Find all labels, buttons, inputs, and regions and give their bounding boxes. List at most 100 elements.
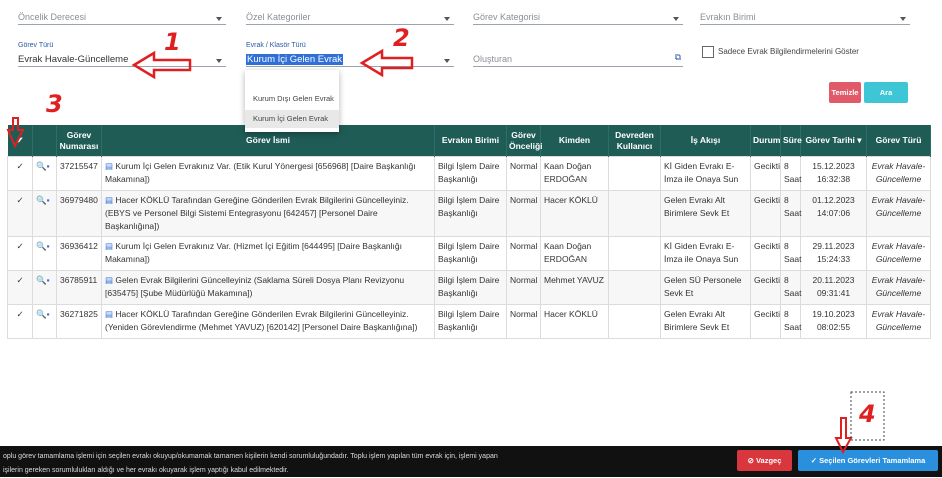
message-icon[interactable]: ▪ — [47, 241, 50, 251]
document-folder-type-select[interactable]: Evrak / Klasör Türü Kurum İçi Gelen Evra… — [246, 42, 454, 67]
creator-input[interactable]: Oluşturan ⧉ — [473, 48, 683, 67]
header-transferring-user[interactable]: Devreden Kullanıcı — [608, 125, 661, 157]
from: Hacer KÖKLÜ — [540, 190, 609, 237]
only-notifications-label: Sadece Evrak Bilgilendirmelerini Göster — [718, 47, 859, 56]
header-status[interactable]: Durum — [750, 125, 781, 157]
task-name-cell: ▤ Gelen Evrak Bilgilerini Güncelleyiniz … — [101, 270, 435, 305]
search-icon[interactable]: 🔍 — [36, 309, 47, 319]
header-task-number[interactable]: Görev Numarası — [56, 125, 102, 157]
task-name: Hacer KÖKLÜ Tarafından Gereğine Gönderil… — [105, 309, 418, 332]
annotation-label-3: 3 — [46, 90, 63, 118]
table-row[interactable]: ✓ 🔍▪ 36936412 ▤ Kurum İçi Gelen Evrakını… — [7, 236, 931, 271]
annotation-label-4: 4 — [859, 400, 876, 428]
row-checkmark-icon[interactable]: ✓ — [7, 236, 33, 271]
task-type: Evrak Havale-Güncelleme — [866, 304, 931, 339]
search-button[interactable]: Ara — [864, 82, 908, 103]
document-unit-placeholder: Evrakın Birimi — [700, 12, 756, 22]
search-icon[interactable]: 🔍 — [36, 241, 47, 251]
header-workflow[interactable]: İş Akışı — [660, 125, 751, 157]
task-date: 29.11.2023 15:24:33 — [800, 236, 867, 271]
header-document-unit[interactable]: Evrakın Birimi — [434, 125, 507, 157]
only-notifications-checkbox[interactable] — [702, 46, 714, 58]
document-unit: Bilgi İşlem Daire Başkanlığı — [434, 156, 507, 191]
priority-placeholder: Öncelik Derecesi — [18, 12, 87, 22]
task-name-cell: ▤ Kurum İçi Gelen Evrakınız Var. (Hizmet… — [101, 236, 435, 271]
transferring-user — [608, 156, 661, 191]
clear-button[interactable]: Temizle — [829, 82, 861, 103]
status: Gecikti — [750, 304, 781, 339]
document-folder-type-value: Kurum İçi Gelen Evrak — [246, 54, 344, 65]
row-checkmark-icon[interactable]: ✓ — [7, 190, 33, 237]
lookup-icon[interactable]: ⧉ — [675, 52, 681, 63]
task-name: Kurum İçi Gelen Evrakınız Var. (Hizmet İ… — [105, 241, 402, 264]
row-actions: 🔍▪ — [32, 236, 57, 271]
duration: 8 Saat — [780, 304, 802, 339]
transferring-user — [608, 270, 661, 305]
status: Gecikti — [750, 156, 781, 191]
task-name-cell: ▤ Hacer KÖKLÜ Tarafından Gereğine Gönder… — [101, 190, 435, 237]
row-checkmark-icon[interactable]: ✓ — [7, 156, 33, 191]
row-checkmark-icon[interactable]: ✓ — [7, 270, 33, 305]
document-icon: ▤ — [105, 161, 116, 171]
cancel-button[interactable]: ⊘ Vazgeç — [737, 450, 792, 471]
header-duration[interactable]: Süre — [780, 125, 802, 157]
status: Gecikti — [750, 236, 781, 271]
task-date: 19.10.2023 08:02:55 — [800, 304, 867, 339]
workflow: Gelen Evrakı Alt Birimlere Sevk Et — [660, 190, 751, 237]
workflow: Gelen Evrakı Alt Birimlere Sevk Et — [660, 304, 751, 339]
header-task-type[interactable]: Görev Türü — [866, 125, 931, 157]
message-icon[interactable]: ▪ — [47, 275, 50, 285]
search-icon[interactable]: 🔍 — [36, 195, 47, 205]
task-type-label: Görev Türü — [18, 42, 54, 49]
duration: 8 Saat — [780, 236, 802, 271]
header-actions — [32, 125, 57, 157]
document-icon: ▤ — [105, 241, 116, 251]
chevron-down-icon — [673, 17, 679, 21]
document-icon: ▤ — [105, 195, 116, 205]
header-from[interactable]: Kimden — [540, 125, 609, 157]
dropdown-option[interactable]: Kurum Dışı Gelen Evrak — [245, 90, 339, 108]
creator-placeholder: Oluşturan — [473, 54, 513, 64]
table-row[interactable]: ✓ 🔍▪ 37215547 ▤ Kurum İçi Gelen Evrakını… — [7, 156, 931, 191]
task-number: 36785911 — [56, 270, 102, 305]
table-row[interactable]: ✓ 🔍▪ 36271825 ▤ Hacer KÖKLÜ Tarafından G… — [7, 304, 931, 339]
from: Hacer KÖKLÜ — [540, 304, 609, 339]
document-unit: Bilgi İşlem Daire Başkanlığı — [434, 270, 507, 305]
task-table: ✔ Görev Numarası Görev İsmi Evrakın Biri… — [7, 125, 931, 339]
table-row[interactable]: ✓ 🔍▪ 36785911 ▤ Gelen Evrak Bilgilerini … — [7, 270, 931, 305]
cancel-icon: ⊘ — [747, 456, 756, 465]
workflow: Gelen SÜ Personele Sevk Et — [660, 270, 751, 305]
select-all-checkbox[interactable]: ✔ — [7, 125, 33, 157]
table-row[interactable]: ✓ 🔍▪ 36979480 ▤ Hacer KÖKLÜ Tarafından G… — [7, 190, 931, 237]
document-icon: ▤ — [105, 275, 116, 285]
complete-selected-button[interactable]: ✓ Seçilen Görevleri Tamamlama — [798, 450, 938, 471]
cancel-label: Vazgeç — [755, 456, 782, 465]
document-unit-select[interactable]: Evrakın Birimi — [700, 6, 910, 25]
search-icon[interactable]: 🔍 — [36, 161, 47, 171]
message-icon[interactable]: ▪ — [47, 161, 50, 171]
message-icon[interactable]: ▪ — [47, 195, 50, 205]
message-icon[interactable]: ▪ — [47, 309, 50, 319]
task-category-select[interactable]: Görev Kategorisi — [473, 6, 683, 25]
dropdown-option-selected[interactable]: Kurum İçi Gelen Evrak — [245, 110, 339, 128]
special-category-select[interactable]: Özel Kategoriler — [246, 6, 454, 25]
task-type: Evrak Havale-Güncelleme — [866, 190, 931, 237]
priority-select[interactable]: Öncelik Derecesi — [18, 6, 226, 25]
task-date: 01.12.2023 14:07:06 — [800, 190, 867, 237]
chevron-down-icon — [444, 59, 450, 63]
status: Gecikti — [750, 190, 781, 237]
row-actions: 🔍▪ — [32, 156, 57, 191]
notice-line: işilerin gereken sorumlulukları aldığı v… — [3, 467, 289, 474]
header-priority[interactable]: Görev Önceliği — [506, 125, 543, 157]
document-unit: Bilgi İşlem Daire Başkanlığı — [434, 304, 507, 339]
from: Kaan Doğan ERDOĞAN — [540, 156, 609, 191]
task-type-select[interactable]: Görev Türü Evrak Havale-Güncelleme — [18, 42, 226, 67]
task-name-cell: ▤ Hacer KÖKLÜ Tarafından Gereğine Gönder… — [101, 304, 435, 339]
workflow: Kİ Giden Evrakı E-İmza ile Onaya Sun — [660, 156, 751, 191]
from: Kaan Doğan ERDOĞAN — [540, 236, 609, 271]
row-checkmark-icon[interactable]: ✓ — [7, 304, 33, 339]
search-icon[interactable]: 🔍 — [36, 275, 47, 285]
annotation-label-1: 1 — [164, 28, 181, 56]
header-task-date[interactable]: Görev Tarihi ▾ — [800, 125, 867, 157]
check-icon: ✓ — [810, 456, 820, 465]
